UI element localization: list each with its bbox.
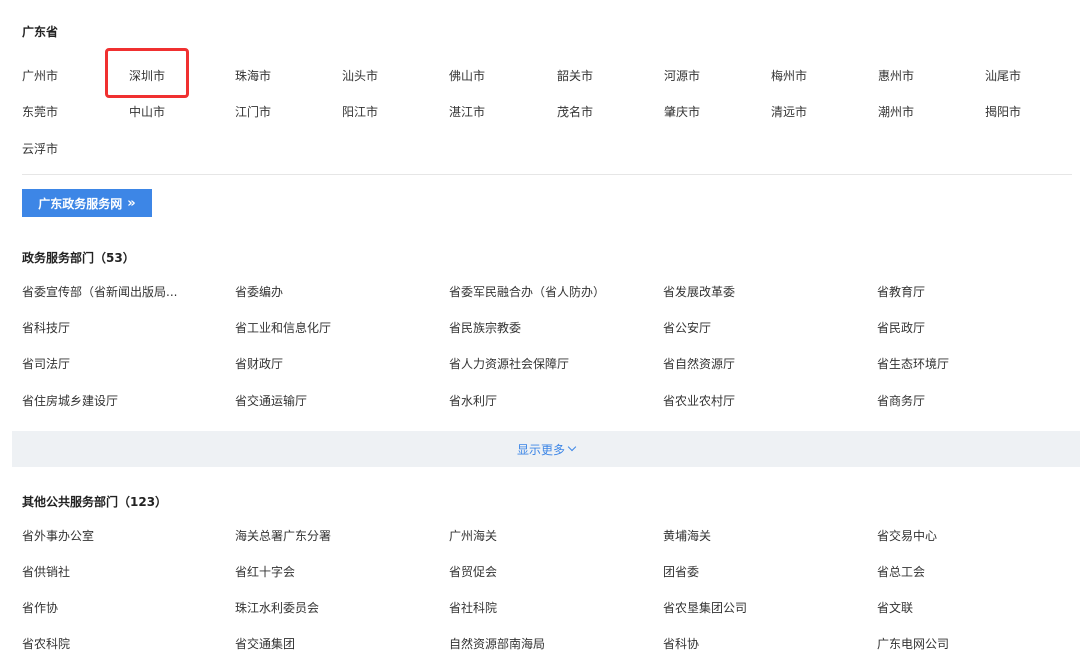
city-link[interactable]: 清远市 — [771, 104, 807, 120]
city-link[interactable]: 潮州市 — [878, 104, 914, 120]
city-link[interactable]: 江门市 — [235, 104, 271, 120]
department-link[interactable]: 省民政厅 — [877, 320, 925, 336]
city-link[interactable]: 珠海市 — [235, 68, 271, 84]
city-link[interactable]: 河源市 — [664, 68, 700, 84]
city-link[interactable]: 中山市 — [129, 104, 165, 120]
department-link[interactable]: 省教育厅 — [877, 284, 925, 300]
department-link[interactable]: 省交通运输厅 — [235, 393, 307, 409]
city-link[interactable]: 阳江市 — [342, 104, 378, 120]
department-link[interactable]: 广东电网公司 — [877, 636, 949, 652]
department-link[interactable]: 省科技厅 — [22, 320, 70, 336]
department-link[interactable]: 省委宣传部（省新闻出版局... — [22, 284, 177, 300]
department-link[interactable]: 省商务厅 — [877, 393, 925, 409]
department-link[interactable]: 省外事办公室 — [22, 528, 94, 544]
city-link[interactable]: 韶关市 — [557, 68, 593, 84]
city-link[interactable]: 梅州市 — [771, 68, 807, 84]
department-link[interactable]: 省人力资源社会保障厅 — [449, 356, 569, 372]
department-link[interactable]: 省司法厅 — [22, 356, 70, 372]
city-link[interactable]: 深圳市 — [129, 68, 165, 84]
department-link[interactable]: 省住房城乡建设厅 — [22, 393, 118, 409]
city-link[interactable]: 汕尾市 — [985, 68, 1021, 84]
city-link[interactable]: 汕头市 — [342, 68, 378, 84]
department-link[interactable]: 省总工会 — [877, 564, 925, 580]
department-link[interactable]: 省农业农村厅 — [663, 393, 735, 409]
city-link[interactable]: 肇庆市 — [664, 104, 700, 120]
department-link[interactable]: 省工业和信息化厅 — [235, 320, 331, 336]
department-link[interactable]: 省交易中心 — [877, 528, 937, 544]
city-link[interactable]: 佛山市 — [449, 68, 485, 84]
department-link[interactable]: 省贸促会 — [449, 564, 497, 580]
department-link[interactable]: 省民族宗教委 — [449, 320, 521, 336]
department-link[interactable]: 省发展改革委 — [663, 284, 735, 300]
department-link[interactable]: 省农垦集团公司 — [663, 600, 747, 616]
double-chevron-right-icon: » — [127, 195, 136, 211]
city-link[interactable]: 云浮市 — [22, 141, 58, 157]
department-link[interactable]: 省交通集团 — [235, 636, 295, 652]
department-link[interactable]: 省水利厅 — [449, 393, 497, 409]
city-link[interactable]: 湛江市 — [449, 104, 485, 120]
department-link[interactable]: 省供销社 — [22, 564, 70, 580]
department-link[interactable]: 省财政厅 — [235, 356, 283, 372]
city-link[interactable]: 惠州市 — [878, 68, 914, 84]
chevron-down-icon — [567, 442, 577, 452]
show-more-button[interactable]: 显示更多 — [12, 431, 1080, 467]
department-link[interactable]: 省公安厅 — [663, 320, 711, 336]
gov-departments-title: 政务服务部门（53） — [22, 251, 135, 265]
department-link[interactable]: 团省委 — [663, 564, 699, 580]
public-departments-title: 其他公共服务部门（123） — [22, 495, 168, 509]
gov-portal-label: 广东政务服务网 — [38, 196, 123, 211]
city-link[interactable]: 揭阳市 — [985, 104, 1021, 120]
divider — [22, 174, 1072, 175]
department-link[interactable]: 省委军民融合办（省人防办） — [449, 284, 605, 300]
department-link[interactable]: 省科协 — [663, 636, 699, 652]
department-link[interactable]: 省生态环境厅 — [877, 356, 949, 372]
city-link[interactable]: 东莞市 — [22, 104, 58, 120]
department-link[interactable]: 省委编办 — [235, 284, 283, 300]
city-link[interactable]: 茂名市 — [557, 104, 593, 120]
department-link[interactable]: 珠江水利委员会 — [235, 600, 319, 616]
department-link[interactable]: 省农科院 — [22, 636, 70, 652]
department-link[interactable]: 自然资源部南海局 — [449, 636, 545, 652]
department-link[interactable]: 省社科院 — [449, 600, 497, 616]
department-link[interactable]: 海关总署广东分署 — [235, 528, 331, 544]
department-link[interactable]: 省作协 — [22, 600, 58, 616]
show-more-label: 显示更多 — [516, 442, 565, 457]
department-link[interactable]: 黄埔海关 — [663, 528, 711, 544]
department-link[interactable]: 省自然资源厅 — [663, 356, 735, 372]
department-link[interactable]: 广州海关 — [449, 528, 497, 544]
city-link[interactable]: 广州市 — [22, 68, 58, 84]
province-title: 广东省 — [22, 25, 59, 39]
department-link[interactable]: 省文联 — [877, 600, 913, 616]
gov-portal-button[interactable]: 广东政务服务网 » — [22, 189, 152, 217]
department-link[interactable]: 省红十字会 — [235, 564, 295, 580]
